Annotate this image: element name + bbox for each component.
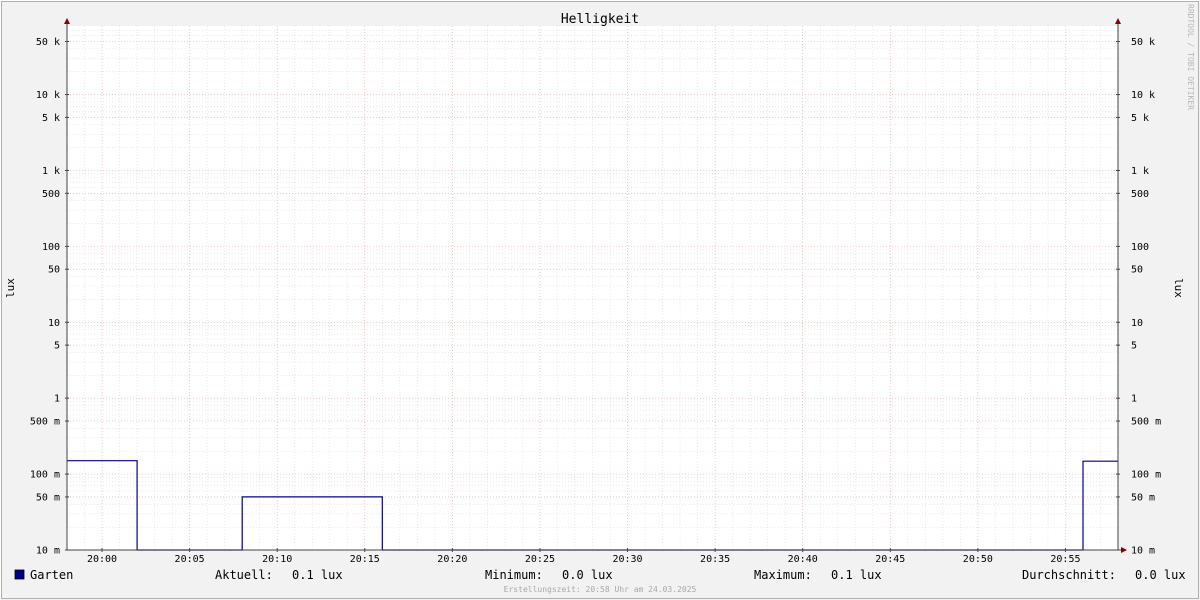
y-tick-label-right: 500 m bbox=[1131, 417, 1161, 428]
x-tick-label: 20:35 bbox=[700, 554, 730, 565]
y-tick-label-right: 5 bbox=[1131, 341, 1137, 352]
y-tick-label-left: 500 bbox=[42, 189, 60, 200]
y-tick-label-left: 1 k bbox=[42, 166, 60, 177]
y-tick-label-right: 10 bbox=[1131, 318, 1143, 329]
legend-swatch bbox=[14, 569, 25, 580]
x-tick-label: 20:05 bbox=[175, 554, 205, 565]
y-tick-label-left: 10 bbox=[48, 318, 60, 329]
y-tick-label-right: 500 bbox=[1131, 189, 1149, 200]
y-tick-label-left: 50 m bbox=[36, 492, 60, 503]
x-tick-label: 20:15 bbox=[350, 554, 380, 565]
x-tick-label: 20:30 bbox=[612, 554, 642, 565]
watermark: RRDTOOL / TOBI OETIKER bbox=[1186, 4, 1195, 110]
y-tick-label-right: 50 k bbox=[1131, 37, 1155, 48]
legend-stat-label: Aktuell: bbox=[215, 568, 273, 582]
x-tick-label: 20:45 bbox=[875, 554, 905, 565]
y-tick-label-left: 10 k bbox=[36, 90, 60, 101]
y-tick-label-right: 10 m bbox=[1131, 546, 1155, 557]
x-tick-label: 20:25 bbox=[525, 554, 555, 565]
legend-stat-value: 0.0 lux bbox=[1135, 568, 1186, 582]
y-tick-label-left: 1 bbox=[54, 394, 60, 405]
y-tick-label-left: 50 bbox=[48, 265, 60, 276]
y-tick-label-right: 50 bbox=[1131, 265, 1143, 276]
x-tick-label: 20:10 bbox=[262, 554, 292, 565]
x-tick-label: 20:50 bbox=[963, 554, 993, 565]
legend-stat-value: 0.0 lux bbox=[562, 568, 613, 582]
legend-series-name: Garten bbox=[30, 568, 73, 582]
y-tick-label-right: 1 k bbox=[1131, 166, 1149, 177]
y-tick-label-right: 50 m bbox=[1131, 492, 1155, 503]
legend-stat-value: 0.1 lux bbox=[292, 568, 343, 582]
y-tick-label-left: 500 m bbox=[30, 417, 60, 428]
y-tick-label-left: 10 m bbox=[36, 546, 60, 557]
y-tick-label-right: 100 m bbox=[1131, 470, 1161, 481]
chart-title: Helligkeit bbox=[561, 12, 639, 27]
y-tick-label-left: 100 bbox=[42, 242, 60, 253]
brightness-chart: 10 m 50 m 100 m 500 m 1 5 10 50 100 500 1 k 5 k 10 k… bbox=[0, 0, 1200, 600]
y-axis-label-left: lux bbox=[4, 278, 17, 298]
y-tick-label-left: 5 bbox=[54, 341, 60, 352]
chart-container: 10 m 50 m 100 m 500 m 1 5 10 50 100 500 1 k 5 k 10 k… bbox=[0, 0, 1200, 600]
y-tick-label-right: 5 k bbox=[1131, 113, 1149, 124]
y-axis-label-right: lux bbox=[1172, 278, 1185, 298]
x-tick-label: 20:20 bbox=[437, 554, 467, 565]
x-tick-label: 20:40 bbox=[788, 554, 818, 565]
legend-stat-value: 0.1 lux bbox=[831, 568, 882, 582]
legend-stat-label: Durchschnitt: bbox=[1022, 568, 1116, 582]
y-tick-label-left: 5 k bbox=[42, 113, 60, 124]
y-tick-label-right: 10 k bbox=[1131, 90, 1155, 101]
x-tick-label: 20:00 bbox=[87, 554, 117, 565]
y-tick-label-right: 1 bbox=[1131, 394, 1137, 405]
y-tick-label-right: 100 bbox=[1131, 242, 1149, 253]
legend-stat-label: Minimum: bbox=[485, 568, 543, 582]
y-tick-label-left: 100 m bbox=[30, 470, 60, 481]
footer-timestamp: Erstellungszeit: 20:58 Uhr am 24.03.2025 bbox=[504, 585, 697, 594]
legend-stat-label: Maximum: bbox=[754, 568, 812, 582]
x-tick-label: 20:55 bbox=[1050, 554, 1080, 565]
y-tick-label-left: 50 k bbox=[36, 37, 60, 48]
